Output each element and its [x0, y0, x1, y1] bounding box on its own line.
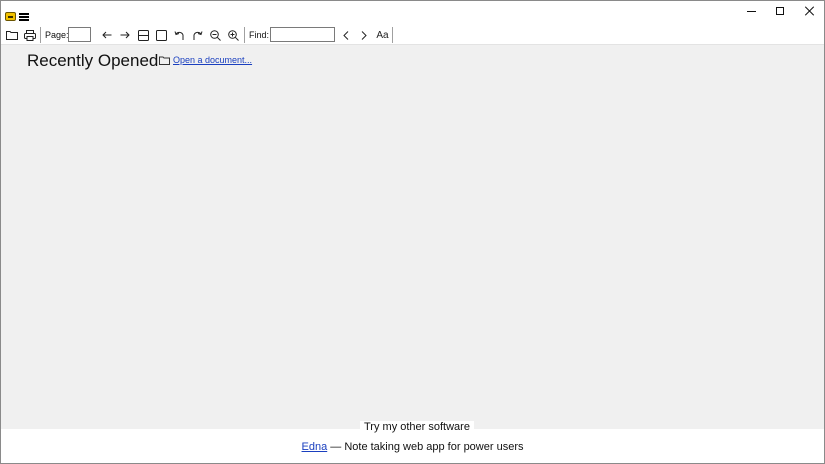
- recently-opened-heading: Recently Opened: [27, 51, 159, 70]
- minimize-button[interactable]: [736, 1, 766, 21]
- single-page-icon: [155, 29, 167, 41]
- find-prev-icon: [343, 30, 349, 40]
- main-content: Recently Opened Open a document...: [1, 45, 824, 429]
- toolbar-separator: [40, 27, 41, 43]
- print-icon: [24, 29, 36, 41]
- promo-footer: Try my other software Edna — Note taking…: [1, 421, 824, 463]
- minimize-icon: [746, 10, 756, 12]
- folder-open-icon: [6, 31, 18, 40]
- toolbar-separator: [392, 27, 393, 43]
- arrow-left-icon: [102, 31, 112, 39]
- toolbar-separator: [244, 27, 245, 43]
- try-other-software-label: Try my other software: [360, 421, 474, 433]
- edna-link[interactable]: Edna: [302, 441, 328, 453]
- maximize-button[interactable]: [765, 1, 795, 21]
- fit-page-icon: [137, 29, 149, 41]
- toolbar: Page: Find: Aa: [1, 25, 824, 45]
- title-bar: [1, 1, 824, 25]
- rotate-right-icon: [193, 30, 202, 40]
- promo-line: Edna — Note taking web app for power use…: [1, 441, 824, 453]
- promo-description: — Note taking web app for power users: [327, 441, 524, 453]
- single-page-button[interactable]: [154, 27, 168, 43]
- rotate-left-icon: [174, 30, 183, 40]
- app-logo-icon: [5, 12, 16, 21]
- zoom-in-button[interactable]: [226, 27, 240, 43]
- find-next-icon: [361, 30, 367, 40]
- find-previous-button[interactable]: [339, 27, 353, 43]
- match-case-button[interactable]: Aa: [375, 27, 390, 43]
- find-next-button[interactable]: [357, 27, 371, 43]
- find-label: Find:: [249, 30, 270, 40]
- app-window: Page: Find: Aa Recently Opened Open a do…: [0, 0, 825, 464]
- find-input[interactable]: [270, 27, 335, 42]
- open-document-link-text[interactable]: Open a document...: [173, 55, 252, 65]
- previous-page-button[interactable]: [100, 27, 114, 43]
- arrow-right-icon: [120, 31, 130, 39]
- page-number-input[interactable]: [68, 27, 91, 42]
- open-document-link[interactable]: Open a document...: [159, 55, 252, 65]
- fit-page-button[interactable]: [136, 27, 150, 43]
- close-button[interactable]: [795, 1, 824, 21]
- rotate-right-button[interactable]: [190, 27, 204, 43]
- folder-icon: [159, 56, 170, 65]
- zoom-out-button[interactable]: [208, 27, 222, 43]
- zoom-in-icon: [227, 29, 239, 41]
- zoom-out-icon: [209, 29, 221, 41]
- match-case-icon: Aa: [376, 29, 389, 41]
- close-icon: [805, 6, 815, 16]
- maximize-icon: [776, 7, 784, 15]
- open-file-button[interactable]: [4, 27, 20, 43]
- next-page-button[interactable]: [118, 27, 132, 43]
- rotate-left-button[interactable]: [172, 27, 186, 43]
- print-button[interactable]: [22, 27, 38, 43]
- hamburger-menu-icon[interactable]: [19, 13, 30, 22]
- page-label: Page:: [45, 30, 69, 40]
